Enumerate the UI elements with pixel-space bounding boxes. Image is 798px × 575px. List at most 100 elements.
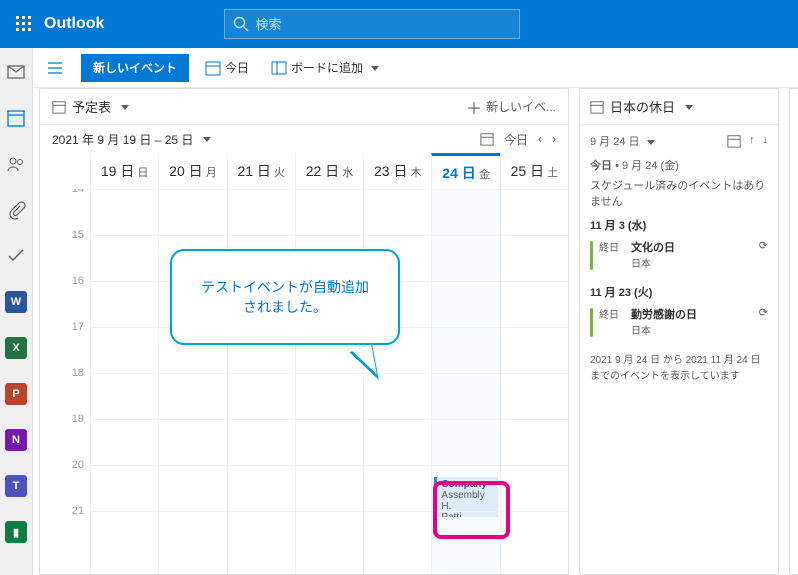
app-launcher-icon[interactable] [8, 8, 40, 40]
callout-line2: されました。 [190, 297, 380, 317]
hour-label: 16 [40, 275, 90, 321]
hour-label: 18 [40, 367, 90, 413]
calendar-small-icon [590, 100, 604, 114]
left-rail: W X P N T ▮ [0, 48, 33, 575]
day-header[interactable]: 19 日 日 [90, 153, 158, 189]
calendar-title: 予定表 [72, 97, 111, 116]
pane-new-event[interactable]: ＋ 新しいイベ... [466, 95, 556, 119]
cmd-board-label: ボードに追加 [291, 59, 363, 76]
hour-label: 15 [40, 229, 90, 275]
holiday2-date: 11 月 23 (火) [590, 284, 768, 300]
side-prev[interactable]: ↑ [749, 134, 755, 148]
holiday-color-bar [590, 241, 593, 270]
cmd-today-label: 今日 [225, 59, 249, 76]
attachment-icon [6, 200, 26, 220]
range-note: 2021 9 月 24 日 から 2021 11 月 24 日 までのイベントを… [590, 353, 768, 385]
new-event-short: 新しいイベ... [486, 98, 556, 115]
today-prefix: 今日 [590, 160, 612, 172]
rail-more[interactable]: ▮ [0, 516, 32, 548]
rail-excel[interactable]: X [0, 332, 32, 364]
holiday2-title: 勤労感謝の日 [631, 306, 697, 322]
day-column[interactable] [500, 189, 568, 574]
holiday2-region: 日本 [631, 322, 697, 337]
calendar-small-icon [480, 132, 494, 146]
search-input[interactable] [255, 17, 511, 32]
chevron-down-icon[interactable] [199, 132, 211, 146]
day-column[interactable]: CompanyAssembly H.Patti Fernan [431, 189, 499, 574]
day-column[interactable] [295, 189, 363, 574]
annotation-callout: テストイベントが自動追加 されました。 [170, 249, 400, 345]
right-stub-pane: ✎ ＋ [789, 88, 798, 575]
day-column[interactable] [90, 189, 158, 574]
day-column[interactable] [158, 189, 226, 574]
rail-files[interactable] [0, 194, 32, 226]
day-header[interactable]: 20 日 月 [158, 153, 226, 189]
allday-label: 終日 [599, 239, 623, 270]
hamburger-icon [47, 60, 63, 76]
rail-teams[interactable]: T [0, 470, 32, 502]
mail-icon [6, 62, 26, 82]
no-events-text: スケジュール済みのイベントはありません [590, 177, 768, 209]
day-header-row: 19 日 日20 日 月21 日 火22 日 水23 日 木24 日 金25 日… [40, 153, 568, 189]
callout-line1: テストイベントが自動追加 [190, 277, 380, 297]
command-bar: 新しいイベント 今日 ボードに追加 [33, 48, 798, 88]
rail-powerpoint[interactable]: P [0, 378, 32, 410]
holiday-item[interactable]: 終日 文化の日 日本 ⟳ [590, 233, 768, 276]
chevron-down-icon[interactable] [681, 99, 693, 114]
day-header[interactable]: 25 日 土 [500, 153, 568, 189]
next-week[interactable]: › [552, 132, 556, 146]
rail-calendar[interactable] [0, 102, 32, 134]
today-date: 9 月 24 (金) [622, 160, 679, 172]
day-header[interactable]: 22 日 水 [295, 153, 363, 189]
day-column[interactable] [227, 189, 295, 574]
hour-label: 17 [40, 321, 90, 367]
side-next[interactable]: ↓ [763, 134, 769, 148]
word-icon: W [5, 291, 27, 313]
calendar-today-icon [205, 60, 221, 76]
hour-labels: 1415161718192021 [40, 189, 90, 574]
onenote-icon: N [5, 429, 27, 451]
hour-label: 19 [40, 413, 90, 459]
rail-mail[interactable] [0, 56, 32, 88]
today-small-label[interactable]: 今日 [504, 131, 528, 148]
prev-week[interactable]: ‹ [538, 132, 542, 146]
chevron-down-icon[interactable] [117, 99, 129, 114]
chevron-down-icon[interactable] [643, 136, 655, 148]
day-grid[interactable]: CompanyAssembly H.Patti Fernan [90, 189, 568, 574]
hour-label: 20 [40, 459, 90, 505]
cmd-today[interactable]: 今日 [199, 59, 255, 76]
plus-icon: ＋ [466, 95, 482, 119]
rail-todo[interactable] [0, 240, 32, 272]
excel-icon: X [5, 337, 27, 359]
holidays-pane: 日本の休日 9 月 24 日 ↑ ↓ [579, 88, 779, 575]
calendar-icon [6, 108, 26, 128]
allday-label: 終日 [599, 306, 623, 337]
bookings-icon: ▮ [5, 521, 27, 543]
day-header[interactable]: 24 日 金 [431, 153, 499, 189]
date-range-label: 2021 年 9 月 19 日 – 25 日 [52, 131, 193, 148]
holiday-color-bar [590, 308, 593, 337]
calendar-pane: 予定表 ＋ 新しいイベ... 2021 年 9 月 19 日 – 25 日 [39, 88, 569, 575]
holiday-item[interactable]: 終日 勤労感謝の日 日本 ⟳ [590, 300, 768, 343]
rail-onenote[interactable]: N [0, 424, 32, 456]
rail-people[interactable] [0, 148, 32, 180]
title-bar: Outlook [0, 0, 798, 48]
app-name: Outlook [44, 15, 104, 33]
hour-label: 21 [40, 505, 90, 551]
board-icon [271, 60, 287, 76]
rail-word[interactable]: W [0, 286, 32, 318]
check-icon [6, 246, 26, 266]
powerpoint-icon: P [5, 383, 27, 405]
recurrence-icon: ⟳ [759, 239, 768, 270]
day-header[interactable]: 23 日 木 [363, 153, 431, 189]
search-box[interactable] [224, 9, 520, 39]
cmd-add-to-board[interactable]: ボードに追加 [265, 59, 385, 76]
new-event-button[interactable]: 新しいイベント [81, 54, 189, 82]
sidebar-date: 9 月 24 日 [590, 136, 640, 148]
holidays-title: 日本の休日 [610, 97, 675, 116]
calendar-small-icon[interactable] [727, 134, 741, 148]
holiday1-date: 11 月 3 (水) [590, 217, 768, 233]
teams-icon: T [5, 475, 27, 497]
nav-toggle[interactable] [39, 52, 71, 84]
day-header[interactable]: 21 日 火 [227, 153, 295, 189]
